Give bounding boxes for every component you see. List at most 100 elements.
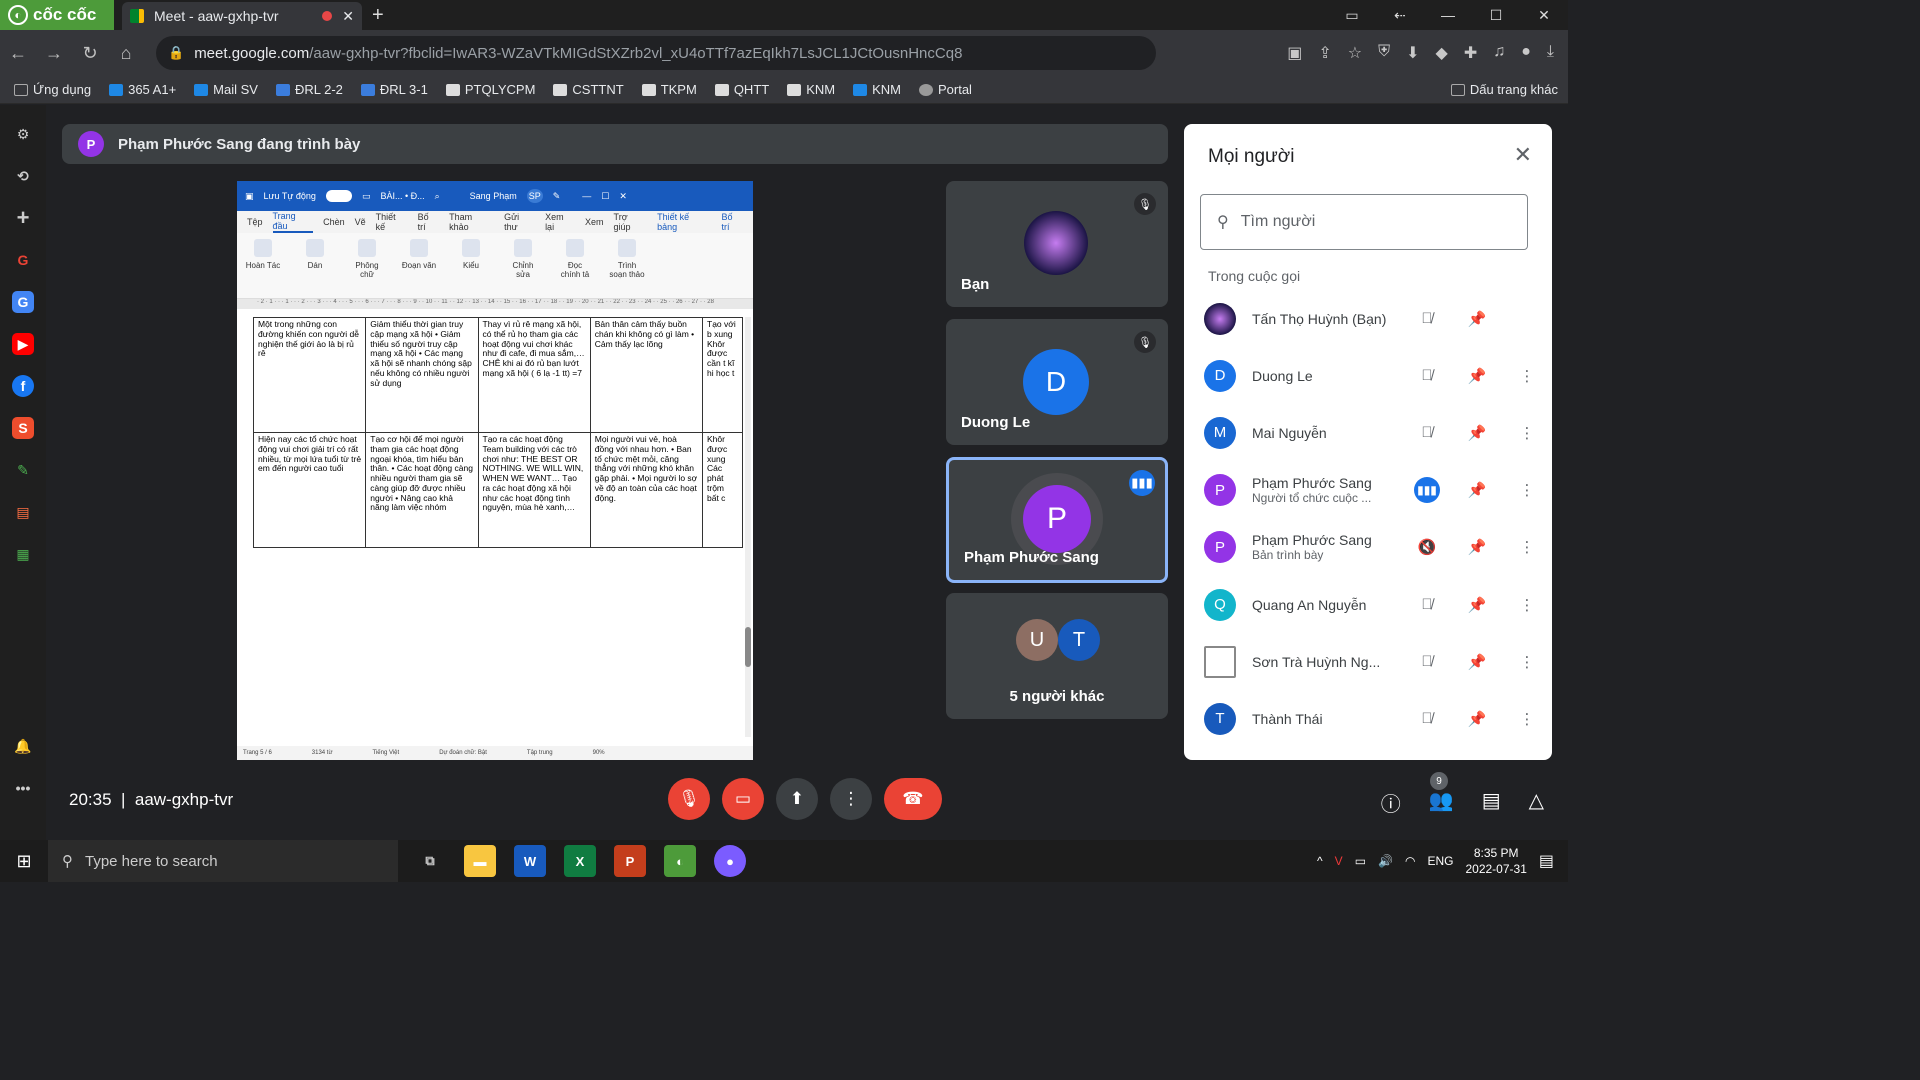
taskbar-clock[interactable]: 8:35 PM 2022-07-31 bbox=[1465, 845, 1526, 877]
bookmark-item[interactable]: TKPM bbox=[641, 82, 697, 97]
more-options-icon[interactable]: ⋮ bbox=[1510, 481, 1544, 499]
list-item[interactable]: Q Quang An Nguyễn 🎙̸ 📌 ⋮ bbox=[1204, 576, 1544, 633]
pin-icon[interactable]: 📌 bbox=[1460, 367, 1494, 385]
bookmark-item[interactable]: Mail SV bbox=[194, 82, 258, 97]
google-icon[interactable]: G bbox=[12, 249, 34, 271]
more-options-icon[interactable]: ⋮ bbox=[1510, 424, 1544, 442]
close-window-button[interactable]: ✕ bbox=[1520, 7, 1568, 24]
people-search-input[interactable]: ⚲ Tìm người bbox=[1200, 194, 1528, 250]
shield-icon[interactable]: ⛨ bbox=[1378, 43, 1390, 63]
chevron-up-icon[interactable]: ^ bbox=[1317, 854, 1323, 868]
more-options-icon[interactable]: ⋮ bbox=[1510, 710, 1544, 728]
close-tab-icon[interactable]: ✕ bbox=[342, 8, 354, 25]
list-item[interactable]: M Mai Nguyễn 🎙̸ 📌 ⋮ bbox=[1204, 404, 1544, 461]
bookmark-other[interactable]: Dấu trang khác bbox=[1450, 82, 1558, 97]
chat-icon[interactable]: ▤ bbox=[1482, 788, 1501, 817]
list-item[interactable]: D Duong Le 🎙̸ 📌 ⋮ bbox=[1204, 347, 1544, 404]
coccoc-brand[interactable]: ◐ cốc cốc bbox=[0, 0, 114, 30]
bookmark-apps[interactable]: Ứng dụng bbox=[14, 82, 91, 97]
home-button[interactable]: ⌂ bbox=[108, 43, 144, 64]
list-item[interactable]: Sơn Trà Huỳnh Ng... 🎙̸ 📌 ⋮ bbox=[1204, 633, 1544, 690]
language-indicator[interactable]: ENG bbox=[1427, 854, 1453, 868]
add-icon[interactable]: + bbox=[12, 205, 34, 230]
participant-tile-self[interactable]: 🎙 Bạn bbox=[946, 181, 1168, 307]
pin-icon[interactable]: 📌 bbox=[1460, 596, 1494, 614]
close-panel-icon[interactable]: ✕ bbox=[1514, 142, 1532, 168]
word-icon[interactable]: W bbox=[514, 845, 546, 877]
downloads-icon[interactable]: ⤓ bbox=[1547, 43, 1554, 63]
profile-avatar-icon[interactable]: ● bbox=[1521, 43, 1531, 63]
mic-toggle-button[interactable]: 🎙 bbox=[668, 778, 710, 820]
settings-gear-icon[interactable]: ⚙ bbox=[12, 123, 34, 145]
share-icon[interactable]: ⇪ bbox=[1318, 43, 1331, 63]
bookmark-item[interactable]: PTQLYCPM bbox=[445, 82, 535, 97]
battery-icon[interactable]: ▭ bbox=[1355, 854, 1366, 868]
camera-toggle-button[interactable]: ▭ bbox=[722, 778, 764, 820]
list-item[interactable]: P Phạm Phước Sang Người tổ chức cuộc ... … bbox=[1204, 462, 1544, 519]
pin-icon[interactable]: 📌 bbox=[1460, 710, 1494, 728]
list-item[interactable]: Tấn Thọ Huỳnh (Bạn) 🎙̸ 📌 bbox=[1204, 290, 1544, 347]
lock-icon[interactable]: 🔒 bbox=[168, 45, 184, 61]
bookmark-item[interactable]: ĐRL 2-2 bbox=[275, 82, 343, 97]
people-icon[interactable]: 👥 bbox=[1429, 788, 1454, 817]
pin-icon[interactable]: 📌 bbox=[1460, 310, 1494, 328]
history-icon[interactable]: ⟲ bbox=[12, 165, 34, 187]
bookmark-item[interactable]: Portal bbox=[918, 82, 972, 97]
file-explorer-icon[interactable]: ▬ bbox=[464, 845, 496, 877]
more-options-icon[interactable]: ⋮ bbox=[1510, 367, 1544, 385]
pin-icon[interactable]: 📌 bbox=[1460, 653, 1494, 671]
task-view-icon[interactable]: ⧉ bbox=[414, 845, 446, 877]
more-options-icon[interactable]: ⋮ bbox=[1510, 538, 1544, 556]
puzzle-icon[interactable]: ✚ bbox=[1464, 43, 1477, 63]
powerpoint-icon[interactable]: P bbox=[614, 845, 646, 877]
wifi-icon[interactable]: ◠ bbox=[1405, 854, 1415, 868]
more-icon[interactable]: ••• bbox=[12, 777, 34, 799]
bookmark-item[interactable]: ĐRL 3-1 bbox=[360, 82, 428, 97]
more-options-icon[interactable]: ⋮ bbox=[1510, 596, 1544, 614]
taskbar-search-input[interactable]: ⚲ Type here to search bbox=[48, 840, 398, 882]
info-icon[interactable]: ⓘ bbox=[1381, 788, 1401, 817]
maximize-button[interactable]: ☐ bbox=[1472, 7, 1520, 24]
camera-icon[interactable]: ▣ bbox=[1287, 43, 1302, 63]
bookmark-item[interactable]: CSTTNT bbox=[553, 82, 624, 97]
tab-meet[interactable]: Meet - aaw-gxhp-tvr ✕ bbox=[122, 2, 362, 30]
participant-tile-duong[interactable]: D 🎙 Duong Le bbox=[946, 319, 1168, 445]
vivaldi-icon[interactable]: V bbox=[1335, 854, 1343, 868]
list-item[interactable]: P Phạm Phước Sang Bản trình bày 🔇 📌 ⋮ bbox=[1204, 519, 1544, 576]
pin-icon[interactable]: 📌 bbox=[1460, 424, 1494, 442]
url-bar[interactable]: 🔒 meet.google.com/aaw-gxhp-tvr?fbclid=Iw… bbox=[156, 36, 1156, 70]
activities-icon[interactable]: △ bbox=[1529, 788, 1544, 817]
forward-button[interactable]: → bbox=[36, 43, 72, 64]
unpin-icon[interactable]: 📌 bbox=[1460, 538, 1494, 556]
windows-start-icon[interactable]: ⊞ bbox=[0, 851, 48, 872]
reload-button[interactable]: ↻ bbox=[72, 43, 108, 64]
bookmark-item[interactable]: KNM bbox=[787, 82, 835, 97]
extension-icon[interactable]: ◆ bbox=[1436, 43, 1448, 63]
facebook-icon[interactable]: f bbox=[12, 375, 34, 397]
youtube-icon[interactable]: ▶ bbox=[12, 333, 34, 355]
download-icon[interactable]: ⬇ bbox=[1406, 43, 1419, 63]
chat-icon[interactable]: ✎ bbox=[12, 459, 34, 481]
messenger-icon[interactable]: ● bbox=[714, 845, 746, 877]
present-button[interactable]: ⬆ bbox=[776, 778, 818, 820]
excel-icon[interactable]: X bbox=[564, 845, 596, 877]
new-tab-button[interactable]: + bbox=[372, 4, 384, 27]
bookmark-item[interactable]: KNM bbox=[853, 82, 901, 97]
notification-bell-icon[interactable]: 🔔 bbox=[12, 735, 34, 757]
sheet-icon[interactable]: ▦ bbox=[12, 543, 34, 565]
participant-tile-others[interactable]: U T 5 người khác bbox=[946, 593, 1168, 719]
leave-call-button[interactable]: ☎ bbox=[884, 778, 942, 820]
coccoc-taskbar-icon[interactable]: ◐ bbox=[664, 845, 696, 877]
notifications-icon[interactable]: ▤ bbox=[1539, 851, 1554, 871]
pin-icon[interactable]: 📌 bbox=[1460, 481, 1494, 499]
cast-icon[interactable]: ▭ bbox=[1328, 7, 1376, 24]
more-options-icon[interactable]: ⋮ bbox=[1510, 653, 1544, 671]
participant-tile-presenter[interactable]: P ▮▮▮ Phạm Phước Sang bbox=[946, 457, 1168, 583]
bookmark-item[interactable]: QHTT bbox=[714, 82, 769, 97]
list-item[interactable]: T Thành Thái 🎙̸ 📌 ⋮ bbox=[1204, 690, 1544, 747]
translate-icon[interactable]: G bbox=[12, 291, 34, 313]
store-icon[interactable]: ▤ bbox=[12, 501, 34, 523]
bookmark-item[interactable]: 365 A1+ bbox=[109, 82, 176, 97]
volume-icon[interactable]: 🔊 bbox=[1378, 854, 1393, 868]
minimize-button[interactable]: — bbox=[1424, 7, 1472, 23]
